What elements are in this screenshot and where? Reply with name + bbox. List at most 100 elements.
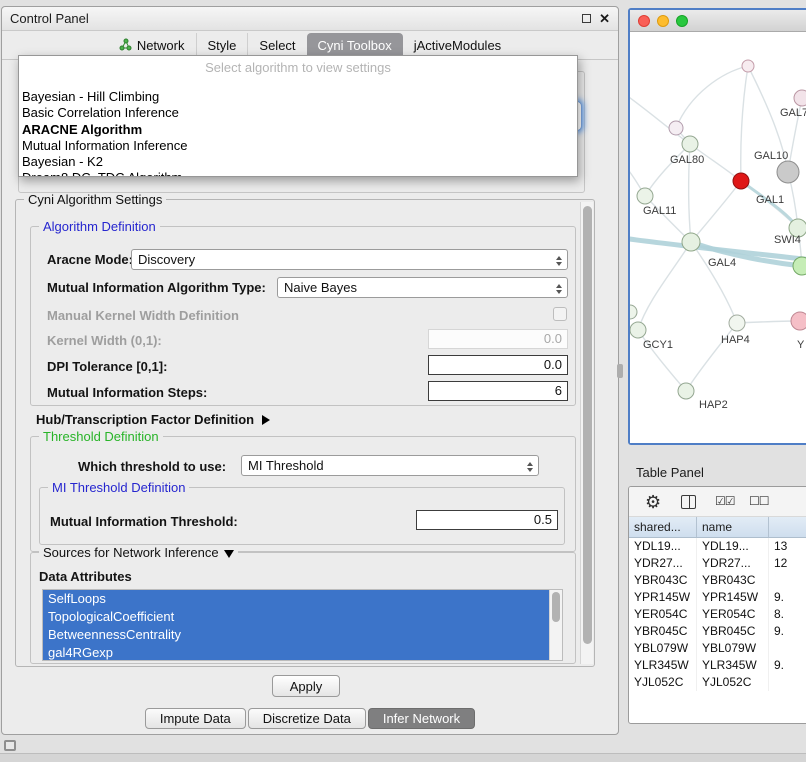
manual-kernel-width-checkbox[interactable] <box>553 307 567 321</box>
network-node-label: SWI4 <box>774 234 801 246</box>
table-cell: YER054C <box>629 606 697 623</box>
table-body: YDL19...YDL19...13YDR27...YDR27...12YBR0… <box>629 538 806 691</box>
algorithm-option[interactable]: Dream8 DC_TDC Algorithm <box>19 170 577 177</box>
tab-infer-network[interactable]: Infer Network <box>368 708 475 729</box>
algorithm-definition-group: Algorithm Definition Aracne Mode: Discov… <box>30 226 576 406</box>
mi-threshold-input[interactable]: 0.5 <box>416 510 558 530</box>
cyni-algorithm-settings-group: Cyni Algorithm Settings Algorithm Defini… <box>15 199 595 667</box>
network-node[interactable] <box>678 383 694 399</box>
network-node[interactable] <box>777 161 799 183</box>
table-settings-gear-icon[interactable]: ⚙ <box>645 491 661 513</box>
apply-button[interactable]: Apply <box>272 675 340 697</box>
select-all-rows-icon[interactable]: ☑☑ <box>715 494 735 508</box>
float-window-icon[interactable] <box>582 14 591 23</box>
data-attribute-item[interactable]: TopologicalCoefficient <box>43 608 549 626</box>
desktop: Control Panel ✕ Network Style Select Cyn… <box>0 0 806 762</box>
network-node[interactable] <box>682 136 698 152</box>
network-view-window: GAL7GAL80GAL10GAL1GAL11SWI4GAL4GCY1HAP4Y… <box>628 8 806 445</box>
network-node[interactable] <box>794 90 806 106</box>
network-node-label: Y <box>797 339 805 351</box>
table-cell: 9. <box>769 657 806 674</box>
table-row[interactable]: YDL19...YDL19...13 <box>629 538 806 555</box>
attributes-scrollbar[interactable] <box>549 590 562 660</box>
panel-splitter-handle[interactable] <box>617 364 623 378</box>
table-cell: YJL052C <box>629 674 697 691</box>
network-node[interactable] <box>682 233 700 251</box>
sources-group-title[interactable]: Sources for Network Inference <box>39 545 238 560</box>
stepper-icon <box>553 281 564 296</box>
network-node[interactable] <box>793 257 806 275</box>
tab-impute-data[interactable]: Impute Data <box>145 708 246 729</box>
dpi-tolerance-input[interactable]: 0.0 <box>428 355 568 375</box>
table-cell: 8. <box>769 606 806 623</box>
algorithm-option[interactable]: ARACNE Algorithm <box>19 122 577 138</box>
column-header-shared-name[interactable]: shared... <box>629 517 697 537</box>
table-row[interactable]: YBR045CYBR045C9. <box>629 623 806 640</box>
network-node[interactable] <box>791 312 806 330</box>
network-window-titlebar[interactable] <box>630 10 806 32</box>
aracne-mode-select[interactable]: Discovery <box>131 249 568 270</box>
data-attribute-item[interactable]: BetweennessCentrality <box>43 626 549 644</box>
mi-algorithm-type-select[interactable]: Naive Bayes <box>277 277 568 298</box>
network-tab-icon <box>119 38 132 54</box>
algorithm-option[interactable]: Basic Correlation Inference <box>19 105 577 121</box>
hub-definition-section[interactable]: Hub/Transcription Factor Definition <box>36 412 270 427</box>
network-node[interactable] <box>669 121 683 135</box>
settings-scrollbar[interactable] <box>580 202 593 664</box>
table-cell: YBR045C <box>697 623 769 640</box>
table-row[interactable]: YJL052CYJL052C <box>629 674 806 691</box>
data-attribute-item[interactable]: SelfLoops <box>43 590 549 608</box>
kernel-width-input[interactable]: 0.0 <box>428 329 568 349</box>
table-cell: YDL19... <box>697 538 769 555</box>
table-cell: 13 <box>769 538 806 555</box>
close-window-icon[interactable]: ✕ <box>599 12 610 25</box>
network-canvas[interactable]: GAL7GAL80GAL10GAL1GAL11SWI4GAL4GCY1HAP4Y… <box>630 32 806 443</box>
algorithm-option[interactable]: Bayesian - Hill Climbing <box>19 89 577 105</box>
column-header-name[interactable]: name <box>697 517 769 537</box>
mi-threshold-definition-group: MI Threshold Definition Mutual Informati… <box>39 487 565 545</box>
network-node-label: HAP4 <box>721 334 750 346</box>
minimized-panel-icon[interactable] <box>4 740 16 751</box>
mi-steps-label: Mutual Information Steps: <box>47 385 207 400</box>
table-cell: YLR345W <box>629 657 697 674</box>
close-traffic-light-icon[interactable] <box>638 15 650 27</box>
table-row[interactable]: YLR345WYLR345W9. <box>629 657 806 674</box>
algorithm-dropdown-popup: Select algorithm to view settings Bayesi… <box>18 55 578 177</box>
network-node[interactable] <box>637 188 653 204</box>
status-bar <box>0 753 806 762</box>
table-cell: YPR145W <box>629 589 697 606</box>
network-node[interactable] <box>630 322 646 338</box>
algorithm-option[interactable]: Mutual Information Inference <box>19 138 577 154</box>
network-node[interactable] <box>729 315 745 331</box>
mi-steps-input[interactable]: 6 <box>428 381 568 401</box>
stepper-icon <box>524 459 535 474</box>
aracne-mode-value: Discovery <box>138 252 195 267</box>
network-node-label: GAL11 <box>643 205 676 217</box>
network-node-label: GAL10 <box>754 150 788 162</box>
algorithm-option[interactable]: Bayesian - K2 <box>19 154 577 170</box>
table-header[interactable]: shared... name <box>629 517 806 538</box>
table-row[interactable]: YDR27...YDR27...12 <box>629 555 806 572</box>
collapse-arrow-icon[interactable] <box>224 550 234 558</box>
control-panel-titlebar[interactable]: Control Panel ✕ <box>2 7 618 31</box>
data-attributes-label: Data Attributes <box>39 569 132 584</box>
column-visibility-icon[interactable] <box>681 495 696 509</box>
tab-discretize-data[interactable]: Discretize Data <box>248 708 366 729</box>
column-header-extra[interactable] <box>769 517 806 537</box>
data-attributes-list[interactable]: SelfLoopsTopologicalCoefficientBetweenne… <box>42 589 563 661</box>
table-row[interactable]: YBL079WYBL079W <box>629 640 806 657</box>
table-row[interactable]: YER054CYER054C8. <box>629 606 806 623</box>
control-panel-title: Control Panel <box>10 11 89 26</box>
network-node[interactable] <box>630 305 637 319</box>
mi-threshold-label: Mutual Information Threshold: <box>50 514 238 529</box>
table-row[interactable]: YPR145WYPR145W9. <box>629 589 806 606</box>
network-node[interactable] <box>742 60 754 72</box>
minimize-traffic-light-icon[interactable] <box>657 15 669 27</box>
expand-arrow-icon[interactable] <box>262 415 270 425</box>
zoom-traffic-light-icon[interactable] <box>676 15 688 27</box>
network-node[interactable] <box>733 173 749 189</box>
table-row[interactable]: YBR043CYBR043C <box>629 572 806 589</box>
data-attribute-item[interactable]: gal4RGexp <box>43 644 549 661</box>
deselect-all-rows-icon[interactable]: ☐☐ <box>749 494 769 508</box>
which-threshold-select[interactable]: MI Threshold <box>241 455 539 476</box>
